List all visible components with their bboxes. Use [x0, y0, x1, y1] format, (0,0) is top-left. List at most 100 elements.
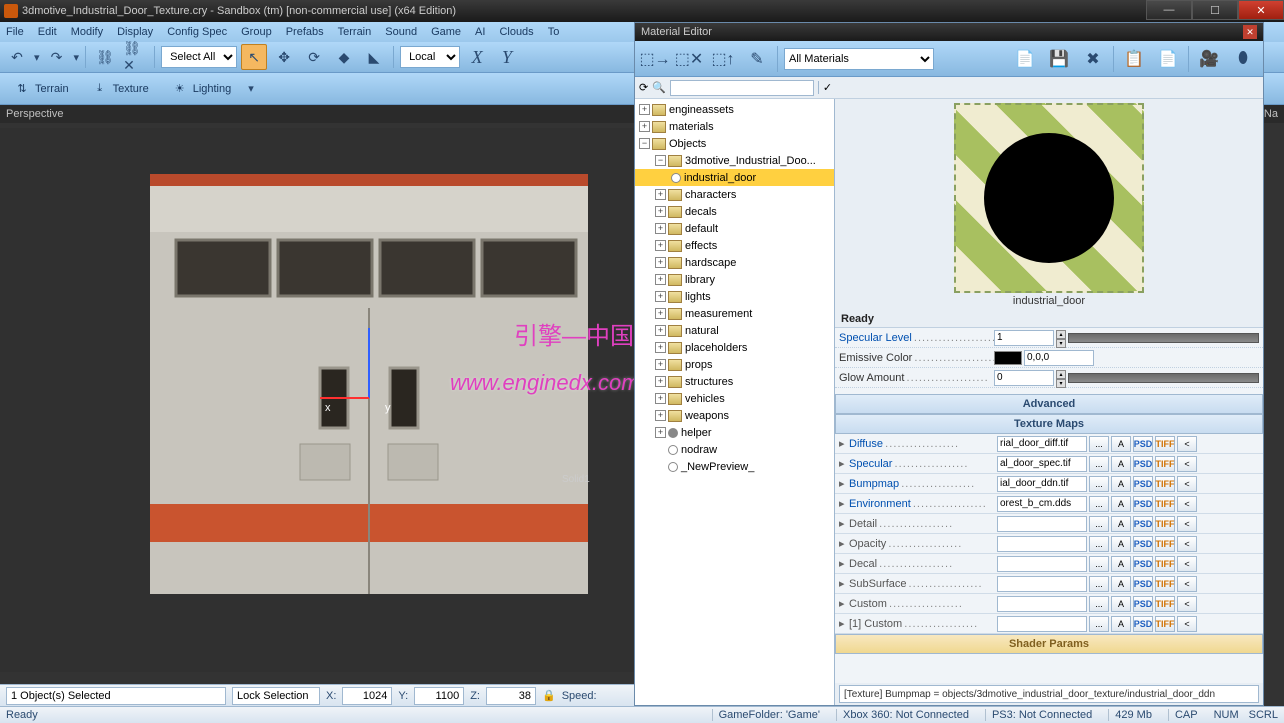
menu-clouds[interactable]: Clouds: [499, 26, 533, 38]
alpha-button[interactable]: A: [1111, 436, 1131, 452]
tree-default[interactable]: +default: [635, 220, 834, 237]
expand-icon[interactable]: ▸: [839, 617, 847, 630]
redo-button[interactable]: ↷: [44, 44, 70, 70]
save-material-icon[interactable]: 💾: [1045, 45, 1073, 73]
viewport-label[interactable]: Perspective: [6, 108, 63, 120]
undo-button[interactable]: ↶: [4, 44, 30, 70]
sphere-preview-icon[interactable]: ⬮: [1229, 45, 1257, 73]
browse-button[interactable]: ...: [1089, 476, 1109, 492]
tree-objects[interactable]: −Objects: [635, 135, 834, 152]
select-mode-dropdown[interactable]: Select All: [161, 46, 237, 68]
tree-newpreview[interactable]: _NewPreview_: [635, 458, 834, 475]
refresh-icon[interactable]: ⟳: [639, 81, 648, 94]
lock-selection-button[interactable]: Lock Selection: [232, 687, 320, 705]
expand-icon[interactable]: ▸: [839, 477, 847, 490]
alpha-button[interactable]: A: [1111, 476, 1131, 492]
reload-button[interactable]: <: [1177, 456, 1197, 472]
search-icon[interactable]: 🔍: [652, 81, 666, 94]
reload-button[interactable]: <: [1177, 476, 1197, 492]
browse-button[interactable]: ...: [1089, 496, 1109, 512]
expand-icon[interactable]: ▸: [839, 577, 847, 590]
psd-button[interactable]: PSD: [1133, 456, 1153, 472]
expand-icon[interactable]: ▸: [839, 557, 847, 570]
tree-placeholders[interactable]: +placeholders: [635, 339, 834, 356]
tree-3dmotive[interactable]: −3dmotive_Industrial_Doo...: [635, 152, 834, 169]
material-editor-titlebar[interactable]: Material Editor ✕: [635, 23, 1263, 41]
preview-mode-icon[interactable]: 🎥: [1195, 45, 1223, 73]
browse-button[interactable]: ...: [1089, 456, 1109, 472]
tiff-button[interactable]: TIFF: [1155, 436, 1175, 452]
expand-icon[interactable]: ▸: [839, 457, 847, 470]
tree-decals[interactable]: +decals: [635, 203, 834, 220]
new-material-icon[interactable]: 📄: [1011, 45, 1039, 73]
reload-button[interactable]: <: [1177, 576, 1197, 592]
expand-icon[interactable]: ▸: [839, 597, 847, 610]
terrain-mode-button[interactable]: ⇅ Terrain: [4, 75, 78, 103]
psd-button[interactable]: PSD: [1133, 496, 1153, 512]
tiff-button[interactable]: TIFF: [1155, 536, 1175, 552]
menu-tools[interactable]: To: [548, 26, 560, 38]
delete-material-icon[interactable]: ✖: [1079, 45, 1107, 73]
material-thumbnail[interactable]: [954, 103, 1144, 293]
texmap-file-input[interactable]: [997, 476, 1087, 492]
texmap-file-input[interactable]: [997, 456, 1087, 472]
browse-button[interactable]: ...: [1089, 576, 1109, 592]
select-tool[interactable]: ↖: [241, 44, 267, 70]
tree-weapons[interactable]: +weapons: [635, 407, 834, 424]
scale-tool[interactable]: ◆: [331, 44, 357, 70]
browse-button[interactable]: ...: [1089, 616, 1109, 632]
tree-characters[interactable]: +characters: [635, 186, 834, 203]
browse-button[interactable]: ...: [1089, 516, 1109, 532]
texmap-file-input[interactable]: [997, 496, 1087, 512]
emissive-swatch[interactable]: [994, 351, 1022, 365]
glow-input[interactable]: [994, 370, 1054, 386]
coord-z[interactable]: 38: [486, 687, 536, 705]
alpha-button[interactable]: A: [1111, 576, 1131, 592]
alpha-button[interactable]: A: [1111, 536, 1131, 552]
tree-props[interactable]: +props: [635, 356, 834, 373]
reload-button[interactable]: <: [1177, 596, 1197, 612]
browse-button[interactable]: ...: [1089, 436, 1109, 452]
tree-hardscape[interactable]: +hardscape: [635, 254, 834, 271]
reload-button[interactable]: <: [1177, 496, 1197, 512]
tree-measurement[interactable]: +measurement: [635, 305, 834, 322]
texmap-file-input[interactable]: [997, 576, 1087, 592]
expand-icon[interactable]: ▸: [839, 497, 847, 510]
expand-icon[interactable]: ▸: [839, 517, 847, 530]
menu-ai[interactable]: AI: [475, 26, 485, 38]
texmap-file-input[interactable]: [997, 516, 1087, 532]
tree-lights[interactable]: +lights: [635, 288, 834, 305]
selectterrain-tool[interactable]: ◣: [361, 44, 387, 70]
psd-button[interactable]: PSD: [1133, 536, 1153, 552]
viewport-canvas[interactable]: x y Solid1: [0, 128, 634, 672]
copy-icon[interactable]: 📋: [1120, 45, 1148, 73]
menu-terrain[interactable]: Terrain: [338, 26, 372, 38]
material-editor-close[interactable]: ✕: [1243, 25, 1257, 39]
tree-nodraw[interactable]: nodraw: [635, 441, 834, 458]
alpha-button[interactable]: A: [1111, 516, 1131, 532]
reload-button[interactable]: <: [1177, 536, 1197, 552]
paste-icon[interactable]: 📄: [1154, 45, 1182, 73]
psd-button[interactable]: PSD: [1133, 516, 1153, 532]
menu-game[interactable]: Game: [431, 26, 461, 38]
alpha-button[interactable]: A: [1111, 596, 1131, 612]
browse-button[interactable]: ...: [1089, 596, 1109, 612]
section-advanced[interactable]: Advanced: [835, 394, 1263, 414]
alpha-button[interactable]: A: [1111, 556, 1131, 572]
axis-y-button[interactable]: Y: [494, 44, 520, 70]
texmap-file-input[interactable]: [997, 596, 1087, 612]
close-button[interactable]: ✕: [1238, 0, 1284, 20]
axis-x-button[interactable]: X: [464, 44, 490, 70]
psd-button[interactable]: PSD: [1133, 436, 1153, 452]
reset-material-icon[interactable]: ⬚✕: [675, 45, 703, 73]
tiff-button[interactable]: TIFF: [1155, 476, 1175, 492]
glow-slider[interactable]: [1068, 373, 1259, 383]
specular-slider[interactable]: [1068, 333, 1259, 343]
section-texmaps[interactable]: Texture Maps: [835, 414, 1263, 434]
reload-button[interactable]: <: [1177, 616, 1197, 632]
menu-group[interactable]: Group: [241, 26, 272, 38]
pick-material-icon[interactable]: ✎: [743, 45, 771, 73]
material-tree[interactable]: +engineassets +materials −Objects −3dmot…: [635, 99, 835, 705]
rotate-tool[interactable]: ⟳: [301, 44, 327, 70]
tree-industrial-door[interactable]: industrial_door: [635, 169, 834, 186]
